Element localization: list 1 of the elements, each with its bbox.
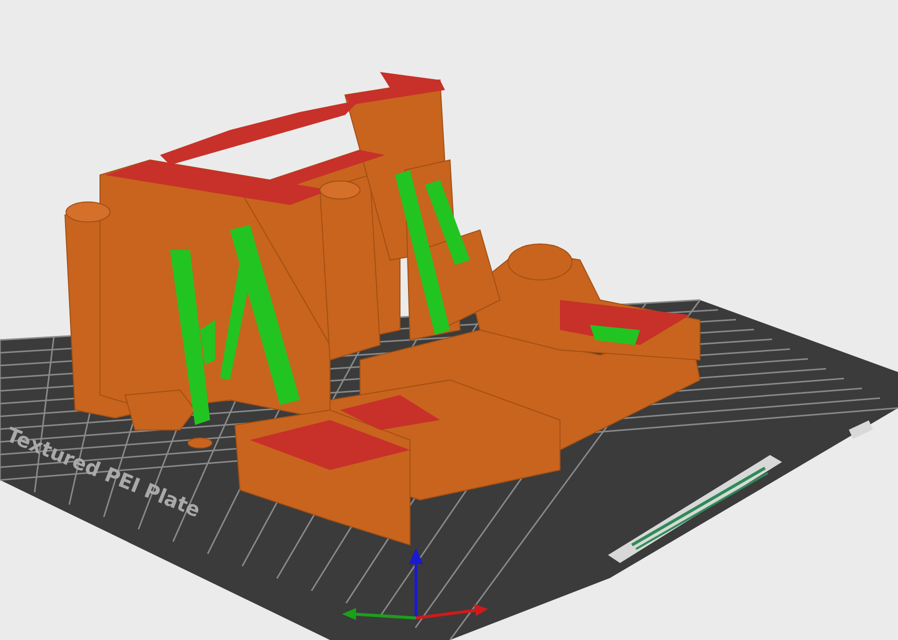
axis-arrows-icon (342, 548, 488, 620)
